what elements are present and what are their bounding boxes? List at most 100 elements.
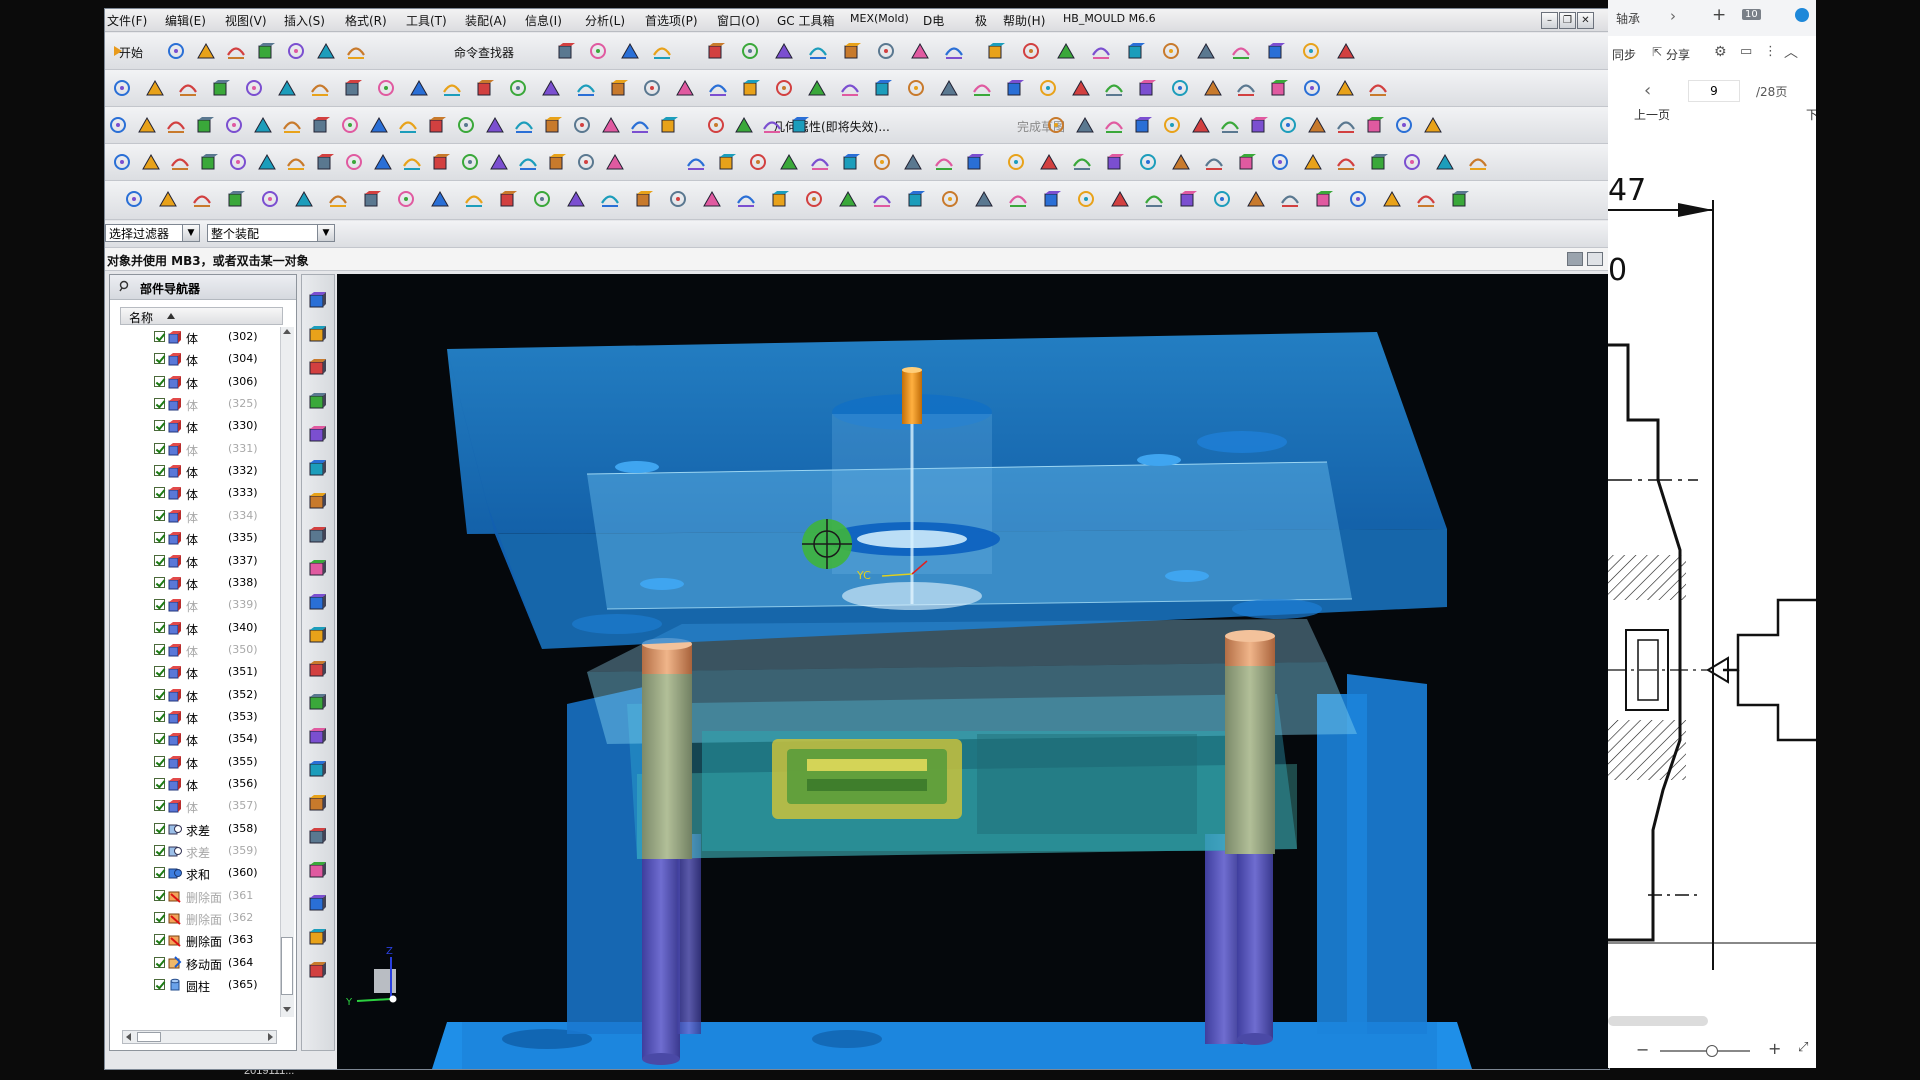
toolbar-command-icon[interactable] [803,188,825,210]
resource-tool-icon[interactable] [307,959,329,981]
minimize-button[interactable]: – [1541,12,1558,29]
resource-tool-icon[interactable] [307,859,329,881]
toolbar-command-icon[interactable] [1269,151,1291,173]
toolbar-command-icon[interactable] [658,114,680,136]
toolbar-command-icon[interactable] [1203,151,1225,173]
toolbar-command-icon[interactable] [210,77,232,99]
menu-mex-mold[interactable]: MEX(Mold) [850,12,909,25]
toolbar-command-icon[interactable] [342,77,364,99]
toolbar-command-icon[interactable] [540,77,562,99]
resource-tool-icon[interactable] [307,658,329,680]
toolbar-command-icon[interactable] [1136,77,1158,99]
navigator-row[interactable]: 体 (340) [110,618,278,639]
zoom-slider[interactable] [1660,1045,1750,1057]
scroll-up-icon[interactable] [283,329,291,334]
resource-tool-icon[interactable] [307,624,329,646]
start-button[interactable]: 开始 [119,44,143,61]
menu-info[interactable]: 信息(I) [525,12,562,29]
toolbar-command-icon[interactable] [1268,77,1290,99]
navigator-row[interactable]: 体 (337) [110,551,278,572]
toolbar-command-icon[interactable] [1434,151,1456,173]
visibility-checkbox[interactable] [154,889,165,901]
navigator-row[interactable]: 求和 (360) [110,863,278,884]
toolbar-command-icon[interactable] [685,151,707,173]
visibility-checkbox[interactable] [154,509,165,521]
toolbar-command-icon[interactable] [651,40,673,62]
toolbar-command-icon[interactable] [1074,114,1096,136]
toolbar-command-icon[interactable] [345,40,367,62]
toolbar-command-icon[interactable] [1004,77,1026,99]
toolbar-command-icon[interactable] [964,151,986,173]
toolbar-command-icon[interactable] [488,151,510,173]
chevron-right-icon[interactable]: › [1670,7,1676,25]
resource-tool-icon[interactable] [307,323,329,345]
toolbar-command-icon[interactable] [1038,151,1060,173]
toolbar-command-icon[interactable] [165,40,187,62]
chevron-left-icon[interactable]: ‹ [1644,80,1651,101]
toolbar-command-icon[interactable] [1103,77,1125,99]
visibility-checkbox[interactable] [154,733,165,745]
resource-tool-icon[interactable] [307,792,329,814]
toolbar-command-icon[interactable] [314,151,336,173]
navigator-row[interactable]: 体 (306) [110,372,278,393]
selection-filter-select[interactable]: 选择过滤器 ▼ [105,224,200,242]
toolbar-command-icon[interactable] [401,151,423,173]
toolbar-command-icon[interactable] [575,77,597,99]
toolbar-command-icon[interactable] [281,114,303,136]
zoom-slider-thumb[interactable] [1706,1045,1718,1057]
toolbar-command-icon[interactable] [902,151,924,173]
visibility-checkbox[interactable] [154,487,165,499]
toolbar-command-icon[interactable] [1235,77,1257,99]
toolbar-command-icon[interactable] [1265,40,1287,62]
resource-tool-icon[interactable] [307,926,329,948]
menu-ji[interactable]: 极 [975,12,987,29]
navigator-row[interactable]: 体 (330) [110,416,278,437]
visibility-checkbox[interactable] [154,956,165,968]
cue-max-icon[interactable] [1587,252,1603,266]
resource-tool-icon[interactable] [307,825,329,847]
toolbar-command-icon[interactable] [1347,188,1369,210]
toolbar-command-icon[interactable] [327,188,349,210]
visibility-checkbox[interactable] [154,666,165,678]
toolbar-command-icon[interactable] [225,188,247,210]
name-column-header[interactable]: 名称 [120,307,283,325]
toolbar-command-icon[interactable] [256,151,278,173]
toolbar-command-icon[interactable] [1211,188,1233,210]
toolbar-command-icon[interactable] [1368,151,1390,173]
toolbar-command-icon[interactable] [809,151,831,173]
visibility-checkbox[interactable] [154,465,165,477]
toolbar-command-icon[interactable] [169,151,191,173]
toolbar-command-icon[interactable] [571,114,593,136]
toolbar-command-icon[interactable] [587,40,609,62]
tab-count-badge[interactable]: 10 [1742,9,1761,20]
toolbar-command-icon[interactable] [361,188,383,210]
navigator-row[interactable]: 体 (350) [110,640,278,661]
selection-scope-select[interactable]: 整个装配 ▼ [207,224,335,242]
visibility-checkbox[interactable] [154,845,165,857]
menu-preferences[interactable]: 首选项(P) [645,12,698,29]
toolbar-command-icon[interactable] [1104,151,1126,173]
toolbar-command-icon[interactable] [905,188,927,210]
toolbar-command-icon[interactable] [1279,188,1301,210]
next-page-button[interactable]: 下 [1806,106,1816,123]
toolbar-command-icon[interactable] [1020,40,1042,62]
toolbar-command-icon[interactable] [1041,188,1063,210]
menu-edit[interactable]: 编辑(E) [165,12,206,29]
zoom-out-icon[interactable]: − [1636,1040,1649,1059]
resource-tool-icon[interactable] [307,591,329,613]
close-button[interactable]: ✕ [1577,12,1594,29]
navigator-row[interactable]: 体 (333) [110,483,278,504]
share-icon[interactable]: ⇱ [1652,45,1662,59]
navigator-row[interactable]: 移动面 (364 [110,953,278,974]
toolbar-command-icon[interactable] [735,188,757,210]
visibility-checkbox[interactable] [154,800,165,812]
toolbar-command-icon[interactable] [455,114,477,136]
toolbar-command-icon[interactable] [474,77,496,99]
toolbar-command-icon[interactable] [604,151,626,173]
toolbar-command-icon[interactable] [542,114,564,136]
toolbar-command-icon[interactable] [165,114,187,136]
visibility-checkbox[interactable] [154,353,165,365]
toolbar-command-icon[interactable] [223,114,245,136]
toolbar-command-icon[interactable] [641,77,663,99]
toolbar-command-icon[interactable] [191,188,213,210]
